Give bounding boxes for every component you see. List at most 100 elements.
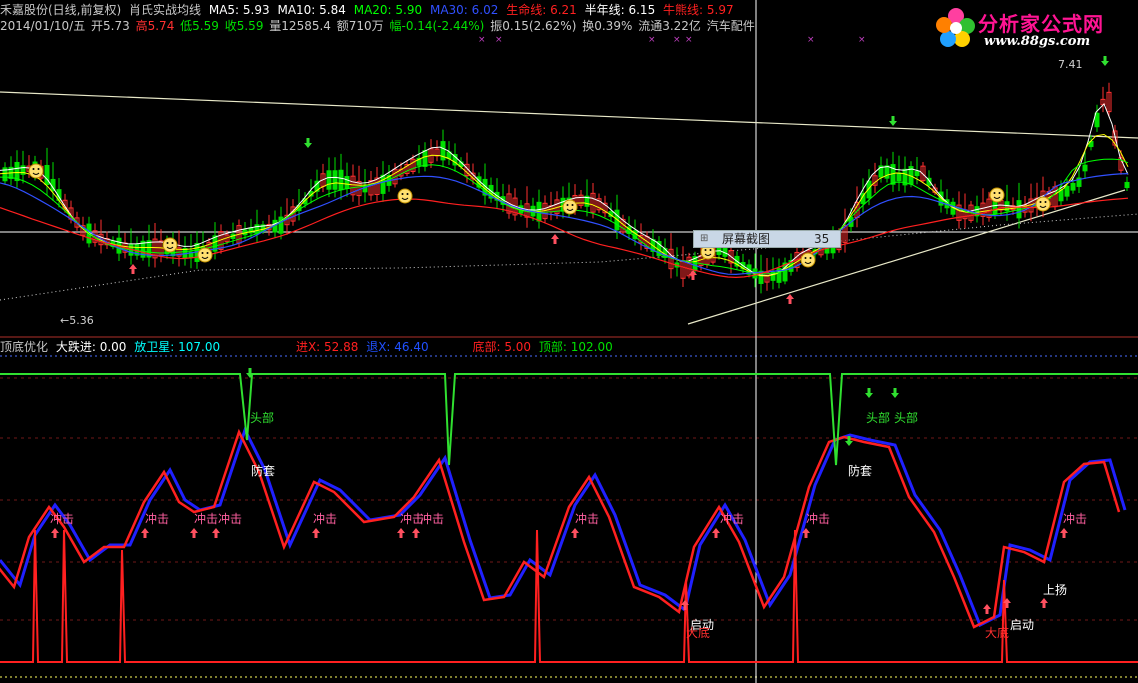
down-arrow-icon	[1101, 56, 1109, 66]
candle-body	[344, 176, 350, 189]
info-amplitude: 振0.15(2.62%)	[490, 19, 577, 33]
signal-label: 大底	[985, 626, 1010, 640]
lower-green-line	[0, 373, 1138, 466]
up-arrow-icon	[141, 528, 149, 538]
up-arrow-icon	[312, 528, 320, 538]
up-arrow-icon	[712, 528, 720, 538]
info-float: 流通3.22亿	[638, 19, 701, 33]
info-sector: 汽车配件	[706, 19, 755, 33]
up-arrow-icon	[397, 528, 405, 538]
signal-label: 防套	[848, 464, 873, 478]
candle-body	[14, 161, 20, 182]
smiley-icon	[562, 199, 578, 215]
up-arrow-icon	[786, 294, 794, 304]
site-logo: 分析家公式网 www.88gs.com	[932, 4, 1132, 54]
cross-marker: ×	[673, 35, 681, 45]
candle-body	[422, 150, 428, 167]
lower-dibu: 底部: 5.00	[472, 340, 532, 354]
candle-body	[716, 248, 722, 255]
lower-dingbu: 顶部: 102.00	[538, 340, 613, 354]
info-amount: 额710万	[336, 19, 384, 33]
up-arrow-icon	[412, 528, 420, 538]
info-low: 低5.59	[180, 19, 219, 33]
ma30-value: MA30: 6.02	[429, 3, 499, 17]
smiley-icon	[162, 237, 178, 253]
candle-body	[1082, 164, 1088, 172]
up-arrow-icon	[1040, 598, 1048, 608]
up-arrow-icon	[983, 604, 991, 614]
up-arrow-icon	[571, 528, 579, 538]
tooltip-value: 35	[814, 232, 830, 246]
indicator-name[interactable]: 肖氏实战均线	[129, 3, 201, 17]
signal-label: 防套	[251, 464, 276, 478]
candle-body	[326, 170, 332, 190]
signal-label: 冲击	[145, 512, 170, 526]
lower-indicator-name[interactable]: 顶底优化	[0, 340, 48, 354]
smiley-icon	[28, 163, 44, 179]
signal-label: 冲击	[575, 512, 600, 526]
signal-label: 头部	[866, 411, 891, 425]
signal-label: 冲击	[806, 512, 831, 526]
cross-marker: ×	[648, 35, 656, 45]
info-turnover: 换0.39%	[582, 19, 633, 33]
up-arrow-icon	[1060, 528, 1068, 538]
candle-body	[1070, 182, 1076, 191]
cross-marker: ×	[858, 35, 866, 45]
up-arrow-icon	[551, 234, 559, 244]
bull-bear-value: 牛熊线: 5.97	[663, 3, 734, 17]
lower-jinx: 进X: 52.88	[295, 340, 359, 354]
ma10-value: MA10: 5.84	[277, 3, 346, 17]
trend-line-lower	[687, 189, 1126, 325]
signal-label: 上扬	[1043, 583, 1068, 597]
info-change: 幅-0.14(-2.44%)	[389, 19, 485, 33]
signal-label: 启动	[1010, 618, 1035, 632]
lower-tuix: 退X: 46.40	[366, 340, 429, 354]
up-arrow-icon	[129, 264, 137, 274]
cross-marker: ×	[807, 35, 815, 45]
cross-marker: ×	[685, 35, 693, 45]
up-arrow-icon	[689, 270, 697, 280]
info-open: 开5.73	[91, 19, 130, 33]
candle-body	[896, 172, 902, 182]
screenshot-tooltip[interactable]: ⊞ 屏幕截图 35	[693, 230, 841, 248]
half-year-value: 半年线: 6.15	[584, 3, 656, 17]
signal-label: 头部	[250, 411, 275, 425]
trend-line-upper	[0, 91, 1138, 139]
info-row: 2014/01/10/五 开5.73 高5.74 低5.59 收5.59 量12…	[0, 18, 759, 34]
down-arrow-icon	[891, 388, 899, 398]
smiley-icon	[800, 252, 816, 268]
lower-indicator-lines	[0, 373, 1138, 663]
flower-logo-icon	[936, 8, 975, 47]
candle-body	[380, 174, 386, 194]
signal-label: 冲击	[313, 512, 338, 526]
signal-label: 冲击	[218, 512, 243, 526]
candle-body	[914, 170, 920, 177]
low-price-label: ←5.36	[60, 314, 94, 327]
cross-marker: ×	[495, 35, 503, 45]
up-arrow-icon	[190, 528, 198, 538]
lower-dadie: 大跌进: 0.00	[55, 340, 127, 354]
cross-marker: ×	[478, 35, 486, 45]
stock-name: 禾嘉股份(日线,前复权)	[0, 3, 122, 17]
lower-header-row: 顶底优化 大跌进: 0.00 放卫星: 107.00 进X: 52.88 退X:…	[0, 339, 617, 355]
down-arrow-icon	[865, 388, 873, 398]
signal-label: 头部	[894, 411, 919, 425]
down-arrow-icon	[304, 138, 312, 148]
tooltip-label: 屏幕截图	[722, 232, 771, 246]
lower-red-line	[0, 428, 1121, 629]
candle-body	[1064, 185, 1070, 197]
ma20-value: MA20: 5.90	[353, 3, 423, 17]
candle-body	[332, 170, 338, 190]
smiley-icon	[197, 247, 213, 263]
candle-body	[1124, 181, 1130, 189]
info-high: 高5.74	[135, 19, 175, 33]
smiley-icon	[397, 188, 413, 204]
smiley-icon	[989, 187, 1005, 203]
signal-label: 冲击	[420, 512, 445, 526]
logo-url: www.88gs.com	[984, 34, 1091, 49]
info-date: 2014/01/10/五	[0, 19, 86, 33]
high-price-label: 7.41	[1058, 58, 1083, 71]
info-volume: 量12585.4	[269, 19, 331, 33]
ma5-value: MA5: 5.93	[208, 3, 270, 17]
logo-title: 分析家公式网	[978, 12, 1104, 36]
